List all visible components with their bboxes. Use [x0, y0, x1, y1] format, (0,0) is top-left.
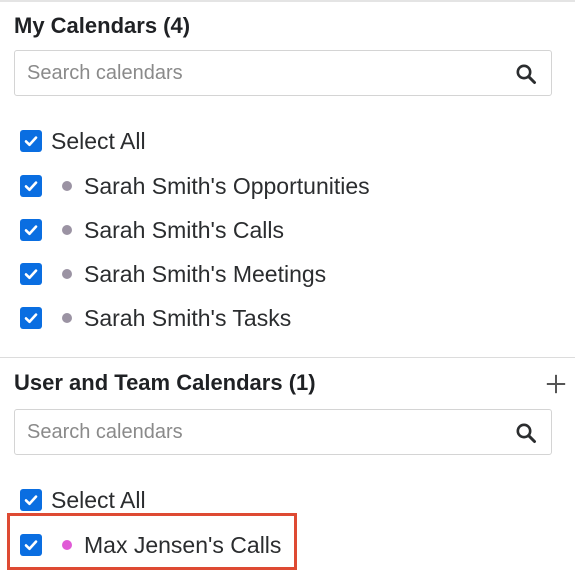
my-calendars-select-all-checkbox[interactable]	[20, 130, 42, 152]
calendar-item-label: Max Jensen's Calls	[84, 531, 282, 558]
add-calendar-button[interactable]	[543, 371, 569, 397]
calendar-item-checkbox[interactable]	[20, 307, 42, 329]
calendar-item[interactable]: Sarah Smith's Meetings	[20, 259, 326, 289]
plus-icon	[546, 374, 566, 394]
checkmark-icon	[24, 313, 38, 324]
my-calendars-search-input[interactable]	[15, 51, 495, 95]
calendar-color-dot	[62, 540, 72, 550]
calendar-item-label: Sarah Smith's Tasks	[84, 304, 292, 331]
calendar-item[interactable]: Sarah Smith's Tasks	[20, 303, 291, 333]
calendar-item-checkbox[interactable]	[20, 219, 42, 241]
calendar-item-label: Sarah Smith's Calls	[84, 216, 284, 243]
calendar-color-dot	[62, 313, 72, 323]
team-calendars-search-field	[14, 409, 552, 455]
search-icon[interactable]	[515, 422, 537, 444]
team-calendars-select-all[interactable]: Select All	[20, 485, 146, 515]
calendar-item-checkbox[interactable]	[20, 175, 42, 197]
checkmark-icon	[24, 225, 38, 236]
calendar-color-dot	[62, 181, 72, 191]
checkmark-icon	[24, 136, 38, 147]
calendar-item[interactable]: Sarah Smith's Calls	[20, 215, 284, 245]
calendar-item[interactable]: Max Jensen's Calls	[20, 530, 281, 560]
top-divider	[0, 0, 575, 2]
calendar-item-label: Sarah Smith's Opportunities	[84, 172, 370, 199]
my-calendars-title: My Calendars (4)	[14, 13, 191, 38]
section-divider	[0, 357, 575, 358]
team-calendars-search-input[interactable]	[15, 410, 495, 454]
calendar-color-dot	[62, 269, 72, 279]
calendar-item-label: Sarah Smith's Meetings	[84, 260, 327, 287]
checkmark-icon	[24, 495, 38, 506]
calendar-item[interactable]: Sarah Smith's Opportunities	[20, 171, 370, 201]
select-all-label: Select All	[51, 486, 146, 513]
calendar-item-checkbox[interactable]	[20, 263, 42, 285]
my-calendars-search-field	[14, 50, 552, 96]
checkmark-icon	[24, 181, 38, 192]
calendar-color-dot	[62, 225, 72, 235]
team-calendars-title: User and Team Calendars (1)	[14, 370, 316, 395]
team-calendars-select-all-checkbox[interactable]	[20, 489, 42, 511]
checkmark-icon	[24, 540, 38, 551]
checkmark-icon	[24, 269, 38, 280]
search-icon[interactable]	[515, 63, 537, 85]
my-calendars-select-all[interactable]: Select All	[20, 126, 146, 156]
calendar-item-checkbox[interactable]	[20, 534, 42, 556]
select-all-label: Select All	[51, 127, 146, 154]
